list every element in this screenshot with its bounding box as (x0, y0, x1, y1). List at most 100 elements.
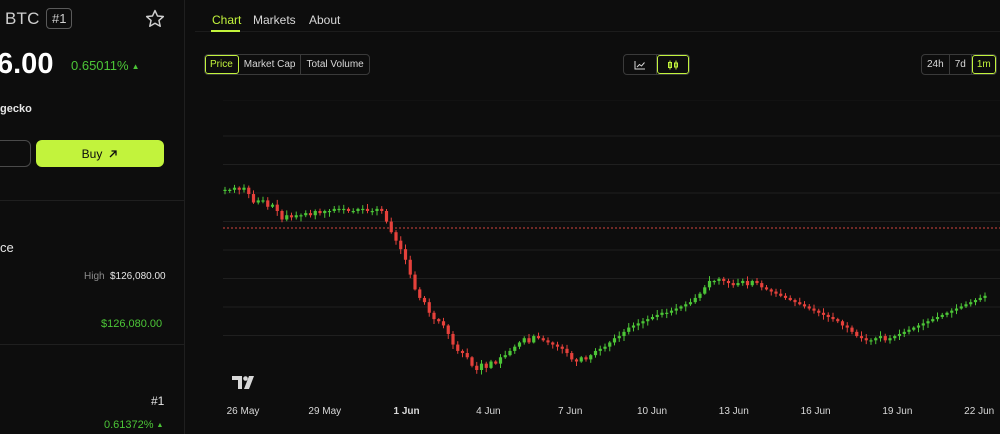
candle-body (323, 211, 327, 214)
candle (703, 285, 707, 295)
candle (712, 279, 716, 285)
candle-body (821, 312, 826, 315)
candle (327, 209, 332, 217)
candle-body (256, 200, 260, 203)
candle-body (983, 295, 987, 298)
range-1m-button[interactable]: 1m (971, 55, 996, 74)
candle (660, 309, 664, 318)
candle (275, 199, 279, 216)
candle (513, 344, 517, 354)
candle (384, 208, 389, 224)
candle (413, 271, 417, 291)
candle (546, 337, 550, 346)
candle (907, 326, 911, 335)
candle-body (954, 308, 959, 311)
candle (389, 217, 393, 234)
candle (983, 292, 987, 302)
candle (769, 288, 773, 296)
candle (798, 297, 802, 306)
candle (627, 323, 631, 335)
candle-body (342, 208, 346, 211)
candle (603, 343, 607, 352)
candle (973, 298, 978, 306)
candle-body (247, 187, 251, 195)
tradingview-logo-icon (232, 376, 254, 389)
candle-body (665, 312, 669, 314)
candle (788, 295, 792, 302)
candle-body (617, 336, 621, 339)
candle-body (484, 363, 488, 368)
candle (978, 294, 982, 302)
candle-body (921, 323, 925, 326)
candle (679, 305, 683, 311)
candle (308, 209, 313, 218)
candle (855, 329, 859, 338)
candle-body (712, 280, 716, 283)
candle (888, 334, 892, 344)
candle-body (612, 338, 617, 343)
price-source: gecko (0, 103, 32, 115)
chart-style-toggle (623, 54, 690, 75)
candle (522, 336, 526, 345)
tab-chart[interactable]: Chart (212, 13, 241, 27)
candle-body (779, 293, 783, 296)
candle-body (798, 302, 802, 305)
candle-body (346, 208, 351, 211)
candle-body (883, 336, 887, 341)
range-7d-button[interactable]: 7d (950, 55, 972, 74)
price-chart[interactable]: 26 May 29 May 1 Jun 4 Jun 7 Jun 10 Jun 13 Jun 1… (195, 100, 1000, 430)
candle-body (589, 355, 593, 360)
star-icon[interactable] (144, 8, 166, 30)
range-24h-button[interactable]: 24h (922, 55, 950, 74)
candle-body (380, 208, 384, 211)
candle-body (242, 187, 246, 190)
tab-about[interactable]: About (309, 13, 340, 27)
sell-button[interactable] (0, 140, 31, 167)
candle-body (916, 325, 921, 328)
candle-body (223, 189, 227, 191)
metric-market-cap-button[interactable]: Market Cap (239, 55, 302, 74)
candle (470, 356, 474, 368)
tabs-divider (195, 31, 1000, 32)
candle-body (403, 249, 408, 260)
candle-body (978, 297, 982, 301)
candle-body (332, 208, 336, 211)
candle (655, 309, 659, 321)
candle (536, 332, 541, 340)
candle (869, 338, 873, 345)
candle (394, 230, 398, 245)
candle (916, 322, 921, 333)
tab-markets[interactable]: Markets (253, 13, 296, 27)
buy-button[interactable]: Buy (36, 140, 164, 167)
candle-body (237, 187, 241, 190)
x-tick-label: 16 Jun (801, 406, 831, 417)
metric-total-volume-button[interactable]: Total Volume (301, 55, 368, 74)
candle-body (688, 302, 693, 305)
candle-body (893, 336, 897, 339)
candle-body (285, 215, 289, 220)
candle (731, 279, 735, 288)
candlestick-button[interactable] (657, 55, 689, 74)
candle-body (489, 361, 493, 368)
line-chart-icon (634, 60, 645, 69)
candle (959, 303, 963, 310)
candle (422, 296, 427, 305)
candle-body (370, 211, 374, 213)
candle-body (394, 232, 398, 241)
candle-body (513, 346, 517, 351)
external-arrow-icon (109, 149, 117, 157)
candle-body (931, 319, 935, 322)
line-chart-button[interactable] (624, 55, 657, 74)
candle-body (669, 310, 674, 313)
candle (451, 331, 455, 350)
metric-price-button[interactable]: Price (205, 55, 239, 74)
candle (840, 319, 845, 330)
candle-body (755, 280, 759, 284)
section-label: ce (0, 240, 14, 255)
x-tick-label: 10 Jun (637, 406, 667, 417)
candle-body (964, 304, 968, 307)
candle-body (741, 280, 745, 284)
candle-body (327, 211, 332, 213)
candle (266, 197, 270, 210)
candle-body (631, 325, 636, 328)
